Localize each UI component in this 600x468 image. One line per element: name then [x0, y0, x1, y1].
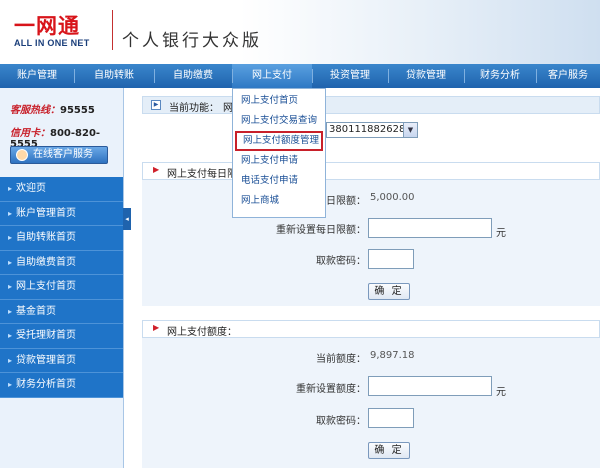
- daily-limit-unit: 元: [496, 228, 506, 239]
- card-number-value: 380111882628: [329, 124, 406, 135]
- nav-item-transfer[interactable]: 自助转账: [74, 64, 154, 88]
- nav-item-payment[interactable]: 自助缴费: [154, 64, 232, 88]
- logo-divider: [112, 10, 113, 50]
- quota-unit: 元: [496, 387, 506, 398]
- side-item-online-pay[interactable]: 网上支付首页: [0, 275, 123, 300]
- side-item-loan[interactable]: 贷款管理首页: [0, 349, 123, 373]
- side-item-transfer[interactable]: 自助转账首页: [0, 226, 123, 251]
- daily-limit-section-body: 每日限额： 5,000.00 重新设置每日限额： 元 取款密码： 确 定: [142, 180, 600, 306]
- chevron-down-icon: ▼: [403, 123, 417, 137]
- current-function-bar: ▶ 当前功能： 网: [142, 96, 600, 114]
- quota-input[interactable]: [368, 376, 492, 396]
- person-icon: [16, 149, 28, 161]
- credit-label: 信用卡：: [10, 128, 50, 139]
- online-service-button[interactable]: 在线客户服务: [10, 146, 108, 164]
- side-menu: 欢迎页 账户管理首页 自助转账首页 自助缴费首页 网上支付首页 基金首页 受托理…: [0, 177, 123, 398]
- nav-item-finance[interactable]: 财务分析: [464, 64, 536, 88]
- dropdown-item-phone-pay-apply[interactable]: 电话支付申请: [235, 171, 323, 191]
- dropdown-item-apply[interactable]: 网上支付申请: [235, 151, 323, 171]
- current-quota-value: 9,897.18: [370, 350, 415, 361]
- hotline-number: 95555: [60, 105, 95, 116]
- sidebar-collapse-handle[interactable]: ◂: [123, 208, 131, 230]
- online-pay-dropdown: 网上支付首页 网上支付交易查询 网上支付额度管理 网上支付申请 电话支付申请 网…: [232, 88, 326, 218]
- side-item-account[interactable]: 账户管理首页: [0, 202, 123, 226]
- dropdown-item-quota-management[interactable]: 网上支付额度管理: [235, 131, 323, 151]
- reset-daily-limit-label: 重新设置每日限额：: [276, 225, 366, 236]
- dropdown-item-online-pay-home[interactable]: 网上支付首页: [235, 91, 323, 111]
- main-content: ▶ 当前功能： 网 一卡通卡号 380111882628 ▼ ▶ 网上支付每日限…: [142, 92, 600, 468]
- quota-password-label: 取款密码：: [316, 416, 366, 427]
- dropdown-item-mall[interactable]: 网上商城: [235, 191, 323, 211]
- daily-limit-section-header: ▶ 网上支付每日限: [142, 162, 600, 180]
- logo-subtext: ALL IN ONE NET: [14, 38, 90, 48]
- quota-section-body: 当前额度： 9,897.18 重新设置额度： 元 取款密码： 确 定: [142, 338, 600, 468]
- nav-item-online-pay[interactable]: 网上支付: [232, 64, 312, 88]
- daily-password-label: 取款密码：: [316, 256, 366, 267]
- arrow-right-icon: ▶: [151, 100, 161, 110]
- nav-item-account[interactable]: 账户管理: [0, 64, 74, 88]
- side-item-trust[interactable]: 受托理财首页: [0, 324, 123, 349]
- reset-quota-label: 重新设置额度：: [296, 384, 366, 395]
- main-nav: 账户管理 自助转账 自助缴费 网上支付 投资管理 贷款管理 财务分析 客户服务: [0, 64, 600, 88]
- hotline: 客服热线：95555: [10, 101, 95, 116]
- bank-logo[interactable]: 一网通 ALL IN ONE NET: [10, 8, 110, 54]
- current-quota-label: 当前额度：: [316, 354, 366, 365]
- sidebar-footer: [0, 398, 123, 468]
- card-number-select[interactable]: 380111882628 ▼: [326, 122, 418, 138]
- current-function-label: 当前功能：: [169, 103, 219, 114]
- nav-item-service[interactable]: 客户服务: [536, 64, 600, 88]
- sidebar: 客服热线：95555 信用卡：800-820-5555 在线客户服务 欢迎页 账…: [0, 88, 124, 468]
- quota-password-input[interactable]: [368, 408, 414, 428]
- quota-confirm-button[interactable]: 确 定: [368, 442, 410, 459]
- online-service-label: 在线客户服务: [33, 149, 93, 160]
- side-item-fund[interactable]: 基金首页: [0, 300, 123, 324]
- hotline-label: 客服热线：: [10, 105, 60, 116]
- dropdown-item-transaction-query[interactable]: 网上支付交易查询: [235, 111, 323, 131]
- daily-confirm-button[interactable]: 确 定: [368, 283, 410, 300]
- side-item-payment[interactable]: 自助缴费首页: [0, 251, 123, 275]
- daily-limit-section-title: 网上支付每日限: [167, 169, 237, 180]
- side-item-welcome[interactable]: 欢迎页: [0, 177, 123, 202]
- daily-password-input[interactable]: [368, 249, 414, 269]
- arrow-right-icon: ▶: [153, 165, 160, 174]
- quota-section-title: 网上支付额度：: [167, 327, 237, 338]
- arrow-right-icon: ▶: [153, 323, 160, 332]
- nav-item-loan[interactable]: 贷款管理: [388, 64, 464, 88]
- daily-limit-input[interactable]: [368, 218, 492, 238]
- quota-section-header: ▶ 网上支付额度：: [142, 320, 600, 338]
- side-item-finance[interactable]: 财务分析首页: [0, 373, 123, 398]
- nav-item-invest[interactable]: 投资管理: [312, 64, 388, 88]
- page-title: 个人银行大众版: [122, 31, 262, 51]
- page-header: 一网通 ALL IN ONE NET 个人银行大众版: [0, 0, 600, 64]
- daily-limit-value: 5,000.00: [370, 192, 415, 203]
- logo-text: 一网通: [14, 13, 80, 38]
